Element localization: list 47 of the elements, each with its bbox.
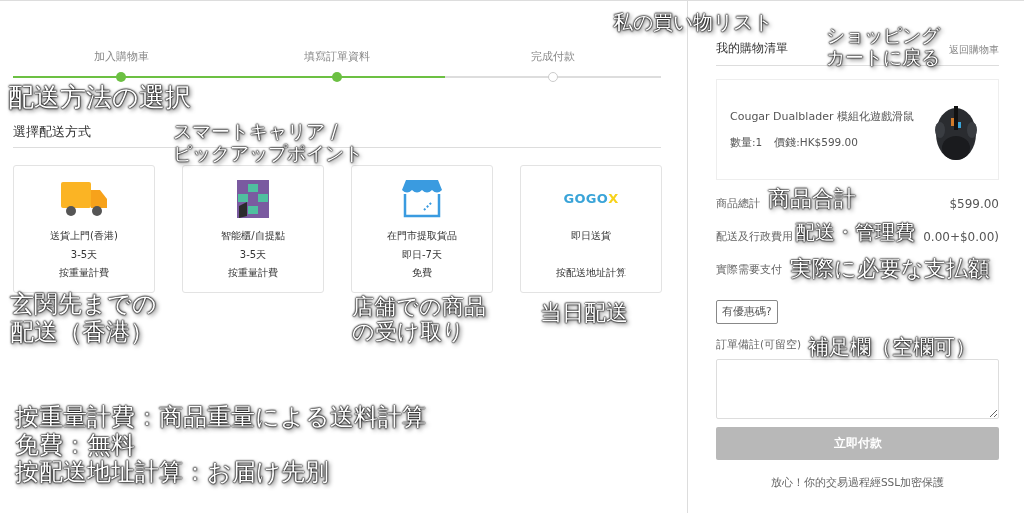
annotation: 玄関先までの 配送（香港）: [10, 291, 157, 347]
note-field[interactable]: [716, 358, 999, 419]
option-name: 即日送貨: [571, 229, 611, 243]
option-name: 送貨上門(香港): [50, 229, 118, 243]
annotation: 按重量計費：商品重量による送料計算 免費：無料 按配送地址計算：お届け先別: [15, 404, 426, 487]
option-name: 在門市提取貨品: [387, 229, 457, 243]
step-label: 填寫訂單資料: [304, 49, 370, 65]
option-days: 3-5天: [239, 247, 267, 262]
summary-label: 配送及行政費用: [716, 228, 793, 244]
option-days: 即日-7天: [402, 247, 442, 262]
option-name: 智能櫃/自提點: [221, 229, 285, 243]
item-name: Cougar Dualblader 模組化遊戲滑鼠: [730, 108, 915, 125]
option-fee: 按配送地址計算: [556, 266, 626, 280]
summary-value: 0.00+$0.00): [923, 228, 999, 246]
store-icon: [402, 180, 442, 218]
annotation: 補足欄（空欄可）: [808, 335, 976, 360]
logo: GOGOX: [563, 190, 619, 209]
cart-title: 我的購物清單: [716, 40, 788, 57]
summary-label: 商品總計: [716, 195, 760, 211]
coupon-button[interactable]: 有優惠碼?: [716, 300, 778, 324]
security-note: 放心！你的交易過程經SSL加密保護: [770, 474, 945, 490]
option-fee: 按重量計費: [59, 266, 109, 280]
shipping-option[interactable]: 智能櫃/自提點 3-5天 按重量計費: [182, 165, 324, 293]
truck-icon: [61, 180, 107, 218]
annotation: 店舗での商品 の受け取り: [352, 294, 486, 345]
annotation: 当日配送: [540, 300, 628, 326]
back-link[interactable]: 返回購物車: [949, 42, 999, 57]
annotation: 実際に必要な支払額: [790, 256, 990, 282]
option-fee: 按重量計費: [228, 266, 278, 280]
shipping-option[interactable]: GOGOX 即日送貨 按配送地址計算: [520, 165, 662, 293]
option-days: 3-5天: [70, 247, 98, 262]
summary-value: $599.00: [949, 195, 999, 213]
locker-icon: [237, 180, 269, 218]
annotation: 配送・管理費: [795, 221, 915, 244]
item-price: 價錢:HK$599.00: [774, 134, 858, 150]
option-fee: 免費: [412, 266, 432, 280]
summary-label: 實際需要支付: [716, 261, 782, 277]
step-label: 加入購物車: [93, 49, 149, 65]
annotation: 私の買い物リスト: [613, 11, 773, 34]
annotation: 配送方法の選択: [8, 83, 191, 113]
annotation: スマートキャリア / ピックアップポイント: [173, 121, 363, 165]
annotation: ショッピング カートに戻る: [826, 25, 940, 69]
step-label: 完成付款: [531, 49, 575, 65]
note-label: 訂單備註(可留空): [716, 336, 802, 352]
item-quantity: 數量:1: [730, 134, 763, 150]
annotation: 商品合計: [768, 186, 856, 212]
shipping-option[interactable]: 在門市提取貨品 即日-7天 免費: [351, 165, 493, 293]
